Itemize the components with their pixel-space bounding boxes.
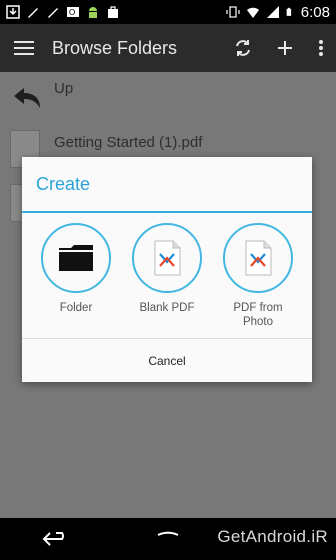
app-bar-title: Browse Folders: [52, 37, 178, 58]
vibrate-icon: [226, 6, 240, 18]
svg-text:O: O: [69, 8, 75, 17]
up-row[interactable]: Up: [0, 72, 336, 128]
folder-icon: [59, 245, 93, 271]
android-icon: [89, 7, 97, 18]
status-bar: O 6:08: [0, 0, 336, 24]
pdf-icon: [245, 240, 272, 276]
add-icon: [278, 41, 292, 55]
notification-icons: O: [6, 5, 120, 19]
bag-icon: [108, 6, 118, 18]
battery-icon: [286, 7, 291, 16]
folder-option-label: Folder: [59, 302, 93, 314]
pdf-from-photo-option[interactable]: PDF from Photo: [216, 223, 300, 337]
add-button[interactable]: [264, 24, 306, 72]
brush-icon: [48, 8, 58, 18]
outlook-icon: O: [67, 7, 79, 17]
home-button[interactable]: [148, 524, 188, 554]
brush-icon: [28, 8, 38, 18]
back-arrow-icon: [14, 88, 40, 108]
dialog-title: Create: [22, 157, 312, 213]
signal-icon: [266, 6, 279, 18]
pdf-from-photo-option-label: PDF from Photo: [233, 302, 283, 329]
menu-icon[interactable]: [14, 41, 34, 55]
cancel-button[interactable]: Cancel: [148, 354, 185, 368]
app-bar: Browse Folders: [0, 24, 336, 72]
refresh-icon: [236, 40, 250, 56]
create-dialog: Create Folder Blank PDF PDF from Photo C…: [22, 157, 312, 382]
download-icon: [6, 5, 20, 19]
pdf-icon: [154, 240, 181, 276]
overflow-icon: [319, 40, 323, 56]
blank-pdf-option[interactable]: Blank PDF: [125, 223, 209, 337]
dialog-footer: Cancel: [22, 338, 312, 382]
up-label: Up: [54, 80, 74, 97]
wifi-icon: [246, 7, 259, 18]
status-time: 6:08: [300, 3, 330, 21]
overflow-menu-button[interactable]: [306, 24, 336, 72]
create-options: Folder Blank PDF PDF from Photo: [22, 213, 312, 337]
home-icon: [157, 531, 179, 536]
blank-pdf-option-label: Blank PDF: [139, 302, 195, 314]
back-button[interactable]: [36, 524, 76, 554]
folder-option[interactable]: Folder: [34, 223, 118, 337]
watermark: GetAndroid.iR: [217, 527, 328, 546]
file-name: Getting Started (1).pdf: [54, 134, 203, 151]
refresh-button[interactable]: [222, 24, 264, 72]
back-icon: [42, 532, 64, 546]
